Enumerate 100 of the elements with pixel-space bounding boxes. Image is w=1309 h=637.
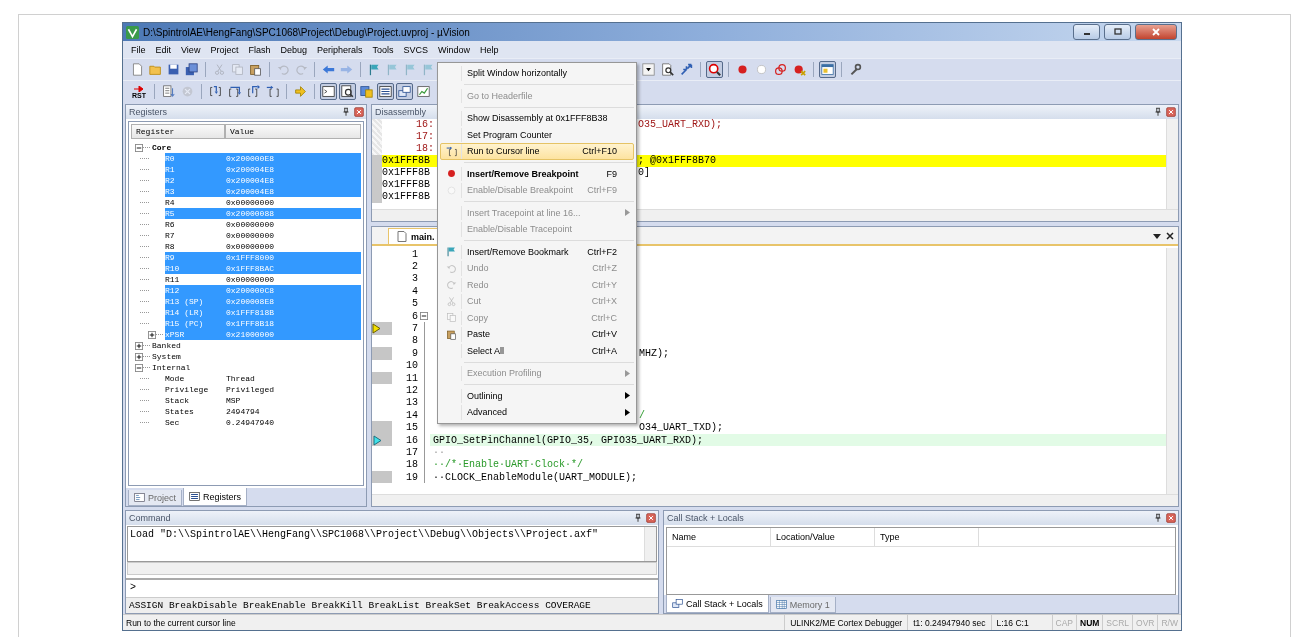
menu-item[interactable]: SVCS <box>398 44 433 55</box>
submenu-arrow-icon <box>625 369 630 377</box>
menu-item[interactable]: Select All Ctrl+A <box>440 342 634 359</box>
menu-item[interactable]: Debug <box>275 44 312 55</box>
debug-magnifier-icon[interactable] <box>706 61 723 78</box>
close-icon[interactable] <box>1166 231 1174 240</box>
pin-icon[interactable] <box>1153 513 1163 523</box>
collapse-icon[interactable] <box>420 311 428 320</box>
collapse-icon[interactable] <box>135 143 143 152</box>
find-in-files-icon[interactable] <box>659 61 676 78</box>
expand-icon[interactable] <box>135 352 143 361</box>
menu-item[interactable]: Insert/Remove Breakpoint F9 <box>440 165 634 182</box>
register-name: R3 <box>165 187 176 196</box>
horizontal-scrollbar[interactable] <box>372 494 1178 506</box>
status-message: Run to the current cursor line <box>125 617 237 628</box>
menu-item[interactable]: File <box>126 44 151 55</box>
register-name: Sec <box>165 418 181 427</box>
column-header[interactable]: Location/Value <box>771 528 875 546</box>
menu-item[interactable]: Project <box>205 44 244 55</box>
pin-icon[interactable] <box>1153 107 1163 117</box>
copy-icon <box>445 312 457 324</box>
column-header[interactable]: Type <box>875 528 979 546</box>
expand-icon[interactable] <box>148 330 156 339</box>
register-value: 0x200004E8 <box>226 176 274 185</box>
menu-item[interactable]: Show Disassembly at 0x1FFF8B38 <box>440 110 634 127</box>
register-name: States <box>165 407 195 416</box>
menu-item[interactable]: Peripherals <box>311 44 368 55</box>
redo-icon <box>445 279 457 291</box>
column-header[interactable]: Register <box>131 124 225 139</box>
step-out-icon[interactable] <box>245 83 262 100</box>
tree-connector <box>140 235 149 236</box>
panel-tab[interactable]: Call Stack + Locals <box>666 595 769 613</box>
memory-grid-icon <box>775 599 787 610</box>
save-all-icon[interactable] <box>183 61 201 78</box>
disassembly-window-icon[interactable] <box>339 83 356 100</box>
tree-connector <box>140 169 149 170</box>
menu-item[interactable]: Tools <box>367 44 399 55</box>
disassembly-address: 18: <box>415 143 434 155</box>
panel-tab[interactable]: Project <box>128 490 182 506</box>
register-name: R9 <box>165 253 176 262</box>
call-stack-icon <box>672 598 683 609</box>
menu-item[interactable]: Help <box>475 44 504 55</box>
tree-connector <box>140 290 149 291</box>
close-button[interactable] <box>1135 24 1177 40</box>
menu-item[interactable]: Advanced <box>440 404 634 421</box>
collapse-icon[interactable] <box>135 363 143 372</box>
tree-connector <box>140 411 149 412</box>
reset-arrow-icon <box>133 86 145 92</box>
panel-tab[interactable]: Memory 1 <box>769 597 836 613</box>
vertical-scrollbar[interactable] <box>644 527 656 561</box>
menu-item[interactable]: View <box>176 44 206 55</box>
register-value: 0x200000C8 <box>226 286 274 295</box>
tab-list-icon[interactable] <box>1153 231 1161 240</box>
pin-icon[interactable] <box>633 513 643 523</box>
code-line: MHZ); <box>639 347 669 359</box>
register-value: 2494794 <box>226 407 260 416</box>
vertical-scrollbar[interactable] <box>1166 119 1178 209</box>
menu-item[interactable]: Edit <box>150 44 177 55</box>
key-indicator: CAP <box>1051 615 1076 630</box>
menu-item[interactable]: Insert/Remove Bookmark Ctrl+F2 <box>440 243 634 260</box>
watch-window-icon[interactable] <box>415 83 432 100</box>
run-to-cursor-icon[interactable] <box>264 83 281 100</box>
key-indicator: R/W <box>1157 615 1181 630</box>
pin-icon[interactable] <box>341 107 351 117</box>
register-name: R11 <box>165 275 181 284</box>
step-list-icon[interactable] <box>160 83 177 100</box>
linked-circles-icon[interactable] <box>772 61 789 78</box>
line-number: 6 <box>411 310 418 322</box>
menu-item[interactable]: Flash <box>243 44 276 55</box>
expand-icon[interactable] <box>135 341 143 350</box>
menu-item[interactable]: Split Window horizontally <box>440 65 634 82</box>
window-icon[interactable] <box>819 61 836 78</box>
symbols-window-icon[interactable] <box>358 83 375 100</box>
command-window-icon[interactable] <box>320 83 337 100</box>
registers-window-icon[interactable] <box>377 83 394 100</box>
tree-connector <box>140 378 149 379</box>
menu-item[interactable]: Outlining <box>440 387 634 404</box>
vertical-scrollbar[interactable] <box>1166 248 1178 494</box>
line-number: 2 <box>411 261 418 273</box>
column-header[interactable]: Name <box>667 528 771 546</box>
tree-connector <box>140 158 149 159</box>
menu-item[interactable]: Run to Cursor line Ctrl+F10 <box>440 143 634 160</box>
undo-icon <box>445 262 457 274</box>
panel-tab[interactable]: Registers <box>183 488 248 506</box>
file-icon <box>397 231 407 242</box>
menu-item[interactable]: Set Program Counter <box>440 126 634 143</box>
column-header[interactable]: Value <box>225 124 361 139</box>
line-number: 17 <box>405 446 418 458</box>
line-number: 13 <box>405 397 418 409</box>
arrows-icon[interactable] <box>678 61 695 78</box>
call-stack-icon[interactable] <box>396 83 413 100</box>
menu-item[interactable]: Window <box>433 44 476 55</box>
register-name: System <box>152 352 182 361</box>
register-value: 0x200004E8 <box>226 165 274 174</box>
maximize-button[interactable] <box>1104 24 1131 40</box>
disassembly-text: O35_UART_RXD); <box>638 119 722 131</box>
menu-item[interactable]: Paste Ctrl+V <box>440 326 634 343</box>
minimize-button[interactable] <box>1073 24 1100 40</box>
register-value: 0x200008E8 <box>226 297 274 306</box>
register-name: R5 <box>165 209 176 218</box>
